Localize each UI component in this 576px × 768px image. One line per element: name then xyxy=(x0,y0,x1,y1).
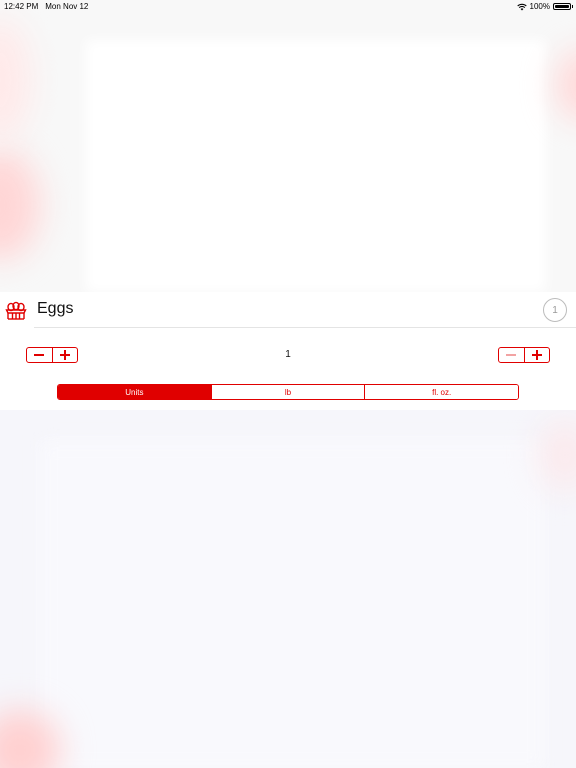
segment-fl-oz[interactable]: fl. oz. xyxy=(364,385,518,399)
battery-percentage: 100% xyxy=(529,2,550,11)
minus-icon xyxy=(506,354,517,356)
status-bar: 12:42 PM Mon Nov 12 100% xyxy=(0,0,576,12)
item-title: Eggs xyxy=(37,300,74,317)
battery-icon xyxy=(553,3,573,10)
increment-button[interactable] xyxy=(51,348,78,362)
minus-icon xyxy=(34,354,45,356)
segment-lb[interactable]: lb xyxy=(210,385,365,399)
status-date: Mon Nov 12 xyxy=(45,2,89,11)
item-card: Eggs 1 1 Units lb fl. oz. xyxy=(0,292,576,410)
status-bar-right: 100% xyxy=(516,2,573,11)
background-top-panel xyxy=(86,40,546,292)
segment-units[interactable]: Units xyxy=(58,385,211,399)
left-stepper xyxy=(26,347,78,363)
decrement-button[interactable] xyxy=(27,348,52,362)
count-badge[interactable]: 1 xyxy=(543,298,567,322)
status-bar-left: 12:42 PM Mon Nov 12 xyxy=(4,2,88,11)
unit-segmented-control: Units lb fl. oz. xyxy=(57,384,519,400)
wifi-icon xyxy=(516,3,527,11)
decrement-button[interactable] xyxy=(499,348,524,362)
item-header: Eggs 1 xyxy=(0,292,576,328)
quantity-value: 1 xyxy=(285,349,291,360)
increment-button[interactable] xyxy=(523,348,550,362)
egg-carton-icon xyxy=(5,299,27,321)
header-divider xyxy=(34,327,576,328)
right-stepper xyxy=(498,347,550,363)
background-bottom-panel xyxy=(40,440,545,768)
plus-icon xyxy=(59,350,70,360)
plus-icon xyxy=(531,350,542,360)
status-time: 12:42 PM xyxy=(4,2,39,11)
